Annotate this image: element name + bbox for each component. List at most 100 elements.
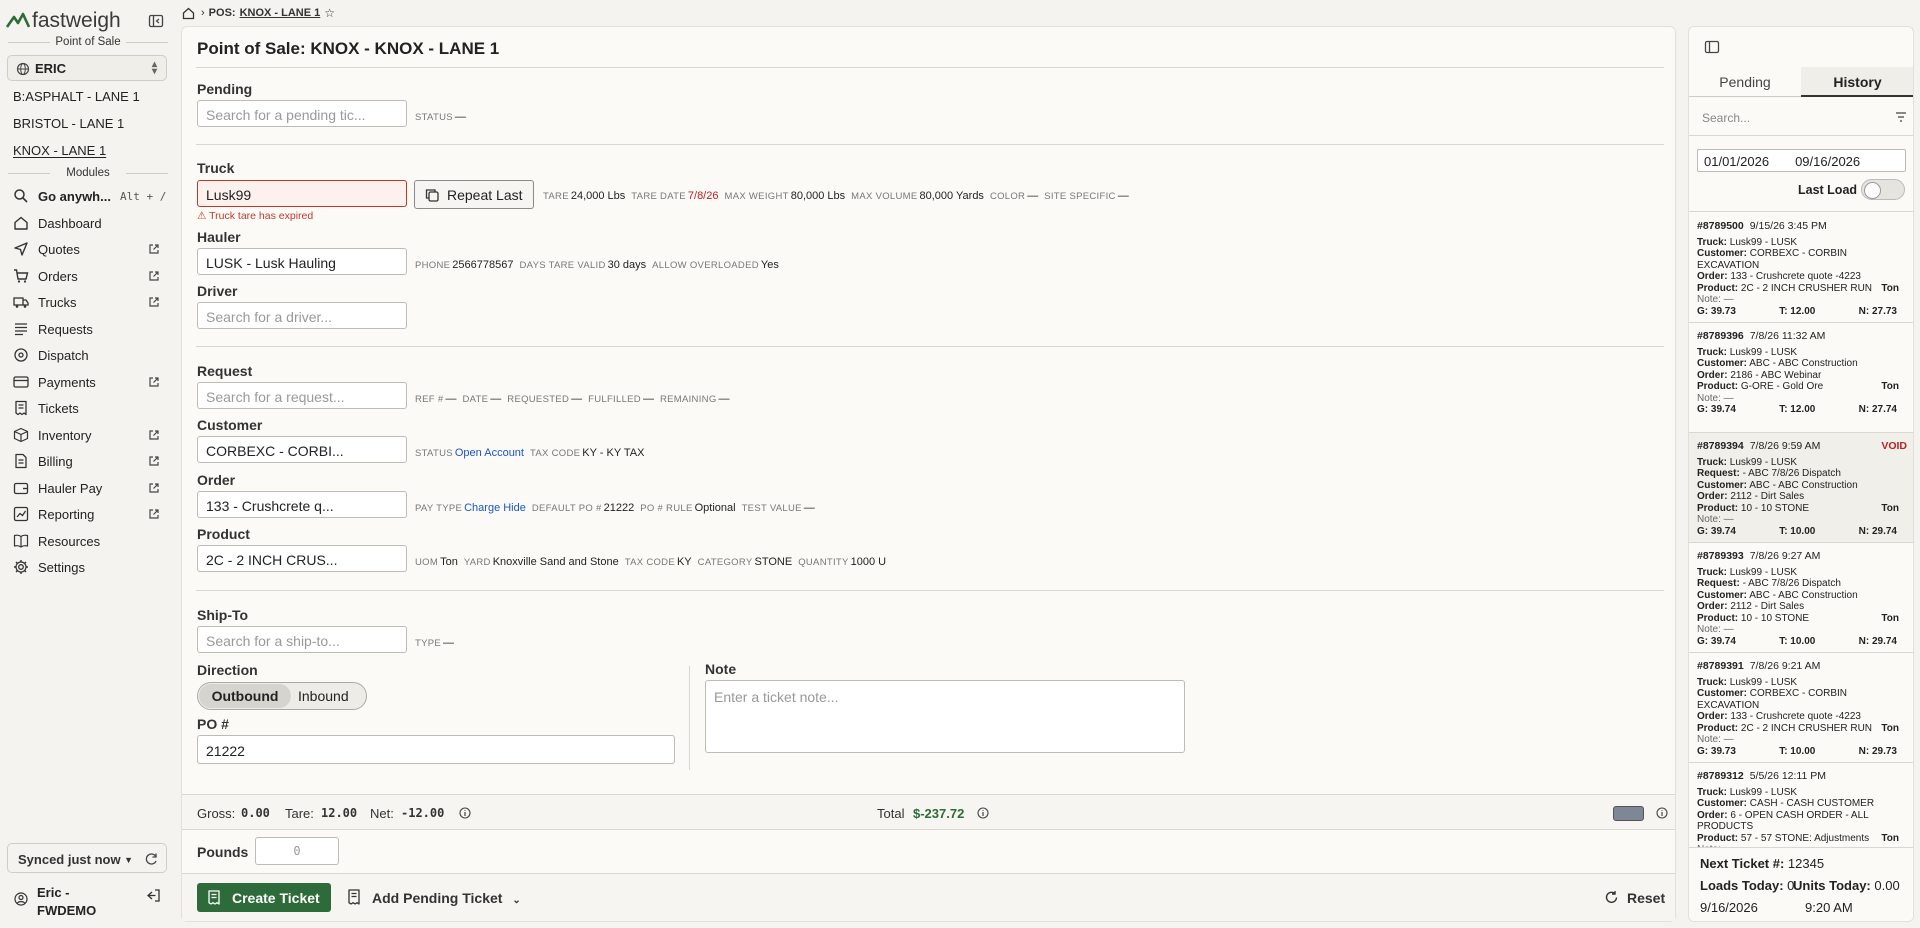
card-line-value: 2C - 2 INCH CRUSHER RUN xyxy=(1740,722,1873,734)
reset-button[interactable]: Reset xyxy=(1604,890,1665,906)
lane-bristol[interactable]: BRISTOL - LANE 1 xyxy=(13,116,124,131)
meta-value: — xyxy=(571,393,583,405)
module-billing[interactable]: Billing xyxy=(0,449,170,473)
module-dashboard[interactable]: Dashboard xyxy=(0,211,170,235)
module-label: Quotes xyxy=(38,242,80,257)
meta-value: 2566778567 xyxy=(452,259,514,271)
logo[interactable]: fastweigh xyxy=(6,8,121,34)
module-quotes[interactable]: Quotes xyxy=(0,237,170,261)
truck-input[interactable]: Lusk99 xyxy=(197,180,407,207)
order-meta: PAY TYPE Charge Hide DEFAULT PO #21222 PO #… xyxy=(415,502,821,514)
customer-input[interactable]: CORBEXC - CORBI... xyxy=(197,436,407,463)
card-line-value: ABC - ABC Construction xyxy=(1749,479,1858,491)
card-line-value: G-ORE - Gold Ore xyxy=(1740,381,1824,392)
meta-key: TARE DATE xyxy=(631,191,686,202)
card-line: Product: 2C - 2 INCH CRUSHER RUN Ton xyxy=(1697,723,1907,735)
meta-key: YARD xyxy=(463,557,491,568)
card-net: N: 29.74 xyxy=(1858,525,1897,537)
shipto-search-input[interactable]: Search for a ship-to... xyxy=(197,626,407,653)
history-card[interactable]: #8789396 7/8/26 11:32 AM Truck: Lusk99 - L… xyxy=(1689,323,1913,433)
request-search-input[interactable]: Search for a request... xyxy=(197,382,407,409)
external-link-icon xyxy=(149,509,159,519)
product-meta: UOM Ton YARD Knoxville Sand and Stone TAX CO… xyxy=(415,556,892,568)
module-payments[interactable]: Payments xyxy=(0,370,170,394)
module-tickets[interactable]: Tickets xyxy=(0,396,170,420)
tab-pending[interactable]: Pending xyxy=(1689,67,1801,97)
history-card[interactable]: #8789393 7/8/26 9:27 AM Truck: Lusk99 - LU… xyxy=(1689,543,1913,653)
direction-inbound[interactable]: Inbound xyxy=(298,688,349,704)
logout-icon[interactable] xyxy=(146,888,161,903)
direction-outbound[interactable]: Outbound xyxy=(199,684,291,708)
date-range-input[interactable]: 01/01/2026 09/16/2026 xyxy=(1697,149,1906,172)
units-today: Units Today: 0.00 xyxy=(1793,878,1900,893)
meta-value[interactable]: Charge Hide xyxy=(464,502,526,514)
create-ticket-button[interactable]: Create Ticket xyxy=(197,883,331,912)
module-reporting[interactable]: Reporting xyxy=(0,502,170,526)
sync-status[interactable]: Synced just now ▼ xyxy=(7,843,167,873)
refresh-icon[interactable] xyxy=(144,852,158,866)
pending-search-input[interactable]: Search for a pending tic... xyxy=(197,100,407,127)
card-line-key: Request: xyxy=(1697,468,1740,479)
scale-camera-icon[interactable] xyxy=(1613,806,1644,821)
home-icon[interactable] xyxy=(182,7,195,20)
star-icon[interactable]: ☆ xyxy=(324,6,335,20)
history-card[interactable]: #8789391 7/8/26 9:21 AM Truck: Lusk99 - LU… xyxy=(1689,653,1913,763)
meta-value: 80,000 Lbs xyxy=(790,190,846,202)
history-card[interactable]: #8789500 9/15/26 3:45 PM Truck: Lusk99 - L… xyxy=(1689,213,1913,323)
lane-basphalt[interactable]: B:ASPHALT - LANE 1 xyxy=(13,89,140,104)
module-hauler-pay[interactable]: Hauler Pay xyxy=(0,476,170,500)
tab-history[interactable]: History xyxy=(1801,67,1913,97)
meta-value: STONE xyxy=(754,556,793,568)
add-pending-ticket-label: Add Pending Ticket xyxy=(372,890,503,906)
meta-key: CATEGORY xyxy=(697,557,753,568)
module-settings[interactable]: Settings xyxy=(0,555,170,579)
module-orders[interactable]: Orders xyxy=(0,264,170,288)
note-label: Note xyxy=(705,661,737,677)
hauler-input[interactable]: LUSK - Lusk Hauling xyxy=(197,248,407,275)
card-line: Customer: CORBEXC - CORBIN EXCAVATION xyxy=(1697,248,1907,271)
note-textarea[interactable]: Enter a ticket note... xyxy=(705,680,1185,753)
order-input[interactable]: 133 - Crushcrete q... xyxy=(197,491,407,518)
void-badge: VOID xyxy=(1881,440,1907,452)
module-go-anywhere[interactable]: Go anywh... Alt + / xyxy=(0,184,170,208)
meta-value: 80,000 Yards xyxy=(919,190,984,202)
card-line-key: Customer: xyxy=(1697,248,1748,259)
repeat-last-button[interactable]: Repeat Last xyxy=(414,180,534,209)
card-line-value: ABC - ABC Construction xyxy=(1749,358,1858,369)
card-tare: T: 12.00 xyxy=(1779,404,1816,415)
info-icon[interactable] xyxy=(1656,807,1668,819)
history-search-input[interactable]: Search... xyxy=(1702,111,1750,125)
product-input[interactable]: 2C - 2 INCH CRUS... xyxy=(197,545,407,572)
pounds-input[interactable]: 0 xyxy=(255,837,339,865)
card-header: #8789312 5/5/26 12:11 PM xyxy=(1697,770,1907,783)
account-select[interactable]: ERIC ▴ ▾ xyxy=(7,55,167,81)
ticket-id: #8789500 xyxy=(1697,220,1744,232)
module-resources[interactable]: Resources xyxy=(0,529,170,553)
filter-icon[interactable] xyxy=(1895,111,1907,123)
meta-value[interactable]: Open Account xyxy=(455,447,524,459)
last-load-toggle[interactable] xyxy=(1861,179,1905,200)
card-header: #8789393 7/8/26 9:27 AM xyxy=(1697,550,1907,563)
driver-search-input[interactable]: Search for a driver... xyxy=(197,302,407,329)
info-icon[interactable] xyxy=(459,807,471,819)
search-icon xyxy=(14,189,28,203)
module-inventory[interactable]: Inventory xyxy=(0,423,170,447)
collapse-sidebar-icon[interactable] xyxy=(148,13,164,29)
module-dispatch[interactable]: Dispatch xyxy=(0,343,170,367)
history-card[interactable]: #8789394 7/8/26 9:59 AM VOID Truck: Lusk99 … xyxy=(1689,433,1913,543)
breadcrumb-current[interactable]: KNOX - LANE 1 xyxy=(240,7,321,19)
module-requests[interactable]: Requests xyxy=(0,317,170,341)
module-trucks[interactable]: Trucks xyxy=(0,290,170,314)
page-title: Point of Sale: KNOX - KNOX - LANE 1 xyxy=(197,39,500,58)
reset-label: Reset xyxy=(1627,890,1666,906)
user-profile[interactable]: Eric - FWDEMO xyxy=(0,880,180,926)
lane-knox[interactable]: KNOX - LANE 1 xyxy=(13,143,106,158)
po-label: PO # xyxy=(197,716,229,732)
ticket-id: #8789312 xyxy=(1697,770,1744,782)
info-icon[interactable] xyxy=(977,807,989,819)
collapse-panel-icon[interactable] xyxy=(1704,39,1720,55)
card-tare: T: 12.00 xyxy=(1779,305,1816,317)
truck-label: Truck xyxy=(197,160,235,176)
po-input[interactable]: 21222 xyxy=(197,735,675,764)
add-pending-ticket-button[interactable]: Add Pending Ticket ⌄ xyxy=(347,889,521,906)
